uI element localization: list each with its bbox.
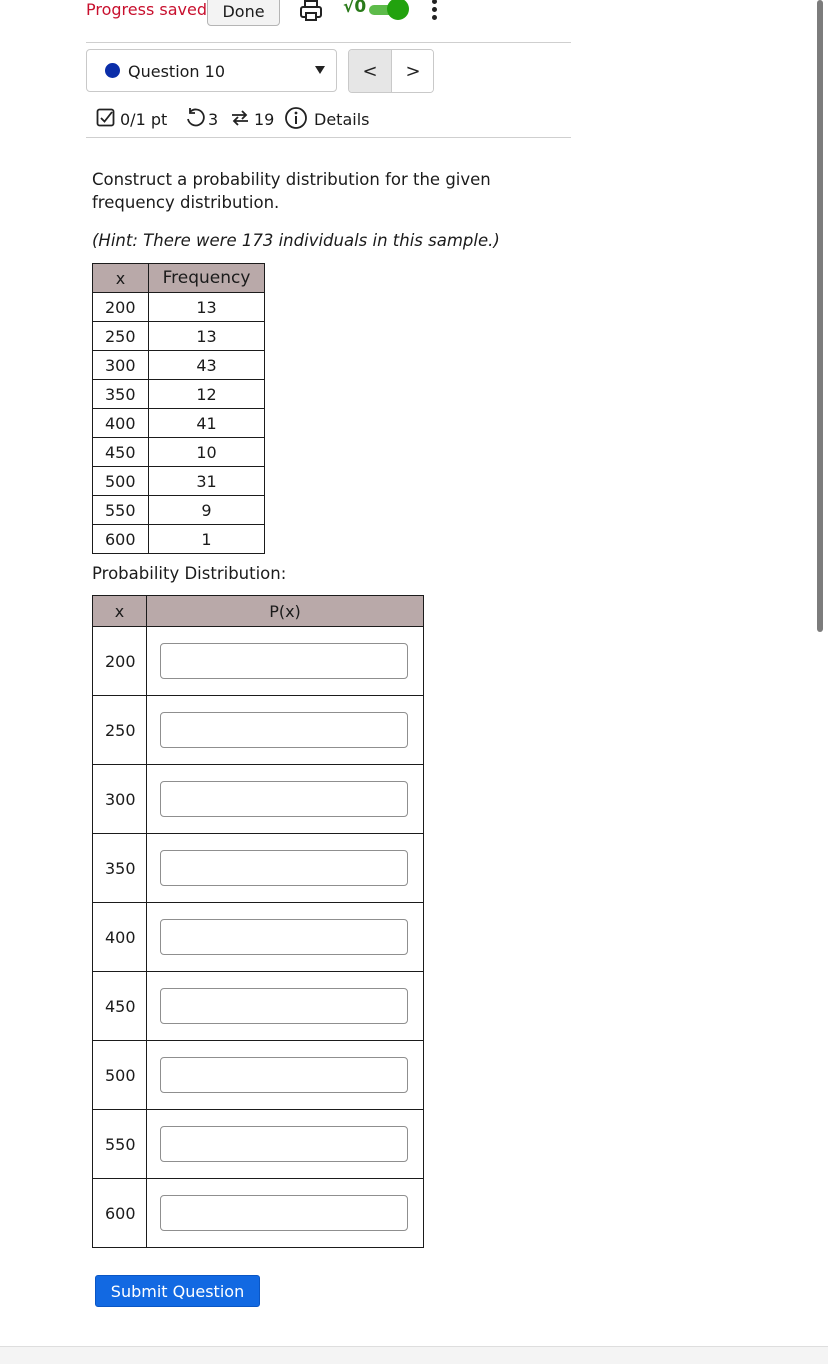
column-header-x: x [92, 263, 149, 293]
print-icon[interactable] [298, 0, 324, 24]
cell-x: 250 [92, 321, 149, 351]
scrollbar[interactable] [817, 0, 823, 632]
table-row: 550 [92, 1109, 424, 1179]
table-row: 450 10 [92, 437, 265, 467]
cell-frequency: 41 [148, 408, 265, 438]
cell-x: 500 [92, 466, 149, 496]
more-icon[interactable] [428, 0, 440, 26]
frequency-table: x Frequency 200 13 250 13 300 43 350 12 400 4… [92, 263, 265, 554]
chevron-down-icon [315, 66, 325, 74]
retries-count: 3 [208, 110, 219, 129]
cell-frequency: 1 [148, 524, 265, 554]
column-header-x: x [92, 595, 147, 627]
divider [86, 137, 571, 138]
footer-strip [0, 1346, 828, 1364]
cell-x: 300 [92, 764, 147, 834]
submissions-count: 19 [254, 110, 275, 129]
probability-table: x P(x) 200 250 300 350 400 450 500 550 6… [92, 595, 424, 1248]
prev-question-button[interactable]: < [349, 50, 392, 92]
cell-frequency: 13 [148, 321, 265, 351]
cell-x: 400 [92, 902, 147, 972]
table-row: 250 [92, 695, 424, 765]
table-row: 250 13 [92, 321, 265, 351]
px-input-450[interactable] [160, 988, 408, 1024]
submit-question-button[interactable]: Submit Question [95, 1275, 260, 1307]
table-row: 500 [92, 1040, 424, 1110]
question-prompt: Construct a probability distribution for… [92, 170, 491, 212]
table-row: 600 [92, 1178, 424, 1248]
table-row: 200 13 [92, 292, 265, 322]
px-input-400[interactable] [160, 919, 408, 955]
top-bar: Progress saved Done √0 [0, 0, 828, 28]
px-input-300[interactable] [160, 781, 408, 817]
question-select-value: Question 10 [128, 62, 226, 81]
cell-frequency: 13 [148, 292, 265, 322]
cell-x: 200 [92, 292, 149, 322]
score-text: 0/1 pt [120, 110, 168, 129]
px-input-500[interactable] [160, 1057, 408, 1093]
probability-distribution-label: Probability Distribution: [92, 564, 287, 583]
table-row: 350 12 [92, 379, 265, 409]
divider [86, 42, 571, 43]
table-row: 400 [92, 902, 424, 972]
retry-icon [184, 107, 206, 133]
px-input-250[interactable] [160, 712, 408, 748]
cell-x: 600 [92, 1178, 147, 1248]
cell-x: 500 [92, 1040, 147, 1110]
table-row: 300 [92, 764, 424, 834]
done-button[interactable]: Done [207, 0, 280, 26]
cell-frequency: 31 [148, 466, 265, 496]
cell-x: 350 [92, 379, 149, 409]
cell-x: 300 [92, 350, 149, 380]
progress-status: Progress saved [86, 0, 207, 19]
cell-x: 200 [92, 626, 147, 696]
info-icon[interactable] [284, 106, 308, 134]
cell-x: 550 [92, 1109, 147, 1179]
cell-frequency: 12 [148, 379, 265, 409]
table-header-row: x P(x) [92, 595, 424, 627]
details-link[interactable]: Details [314, 110, 369, 129]
table-row: 450 [92, 971, 424, 1041]
table-row: 500 31 [92, 466, 265, 496]
column-header-px: P(x) [146, 595, 424, 627]
cell-frequency: 10 [148, 437, 265, 467]
table-row: 350 [92, 833, 424, 903]
px-input-550[interactable] [160, 1126, 408, 1162]
toggle-knob[interactable] [387, 0, 409, 20]
cell-x: 550 [92, 495, 149, 525]
next-question-button[interactable]: > [392, 50, 433, 92]
cell-x: 600 [92, 524, 149, 554]
checkbox-icon [96, 108, 116, 132]
cell-frequency: 9 [148, 495, 265, 525]
cell-x: 450 [92, 971, 147, 1041]
status-dot-icon [105, 63, 120, 78]
table-header-row: x Frequency [92, 263, 265, 293]
px-input-350[interactable] [160, 850, 408, 886]
column-header-frequency: Frequency [148, 263, 265, 293]
cell-x: 250 [92, 695, 147, 765]
submissions-icon [229, 107, 251, 133]
table-row: 550 9 [92, 495, 265, 525]
px-input-600[interactable] [160, 1195, 408, 1231]
cell-frequency: 43 [148, 350, 265, 380]
table-row: 200 [92, 626, 424, 696]
math-toggle[interactable]: √0 [343, 0, 411, 25]
px-input-200[interactable] [160, 643, 408, 679]
table-row: 300 43 [92, 350, 265, 380]
cell-x: 350 [92, 833, 147, 903]
cell-x: 450 [92, 437, 149, 467]
question-nav: < > [348, 49, 434, 93]
question-select[interactable]: Question 10 [86, 49, 337, 92]
question-hint: (Hint: There were 173 individuals in thi… [92, 231, 500, 250]
cell-x: 400 [92, 408, 149, 438]
math-toggle-label: √0 [343, 0, 367, 17]
table-row: 400 41 [92, 408, 265, 438]
table-row: 600 1 [92, 524, 265, 554]
